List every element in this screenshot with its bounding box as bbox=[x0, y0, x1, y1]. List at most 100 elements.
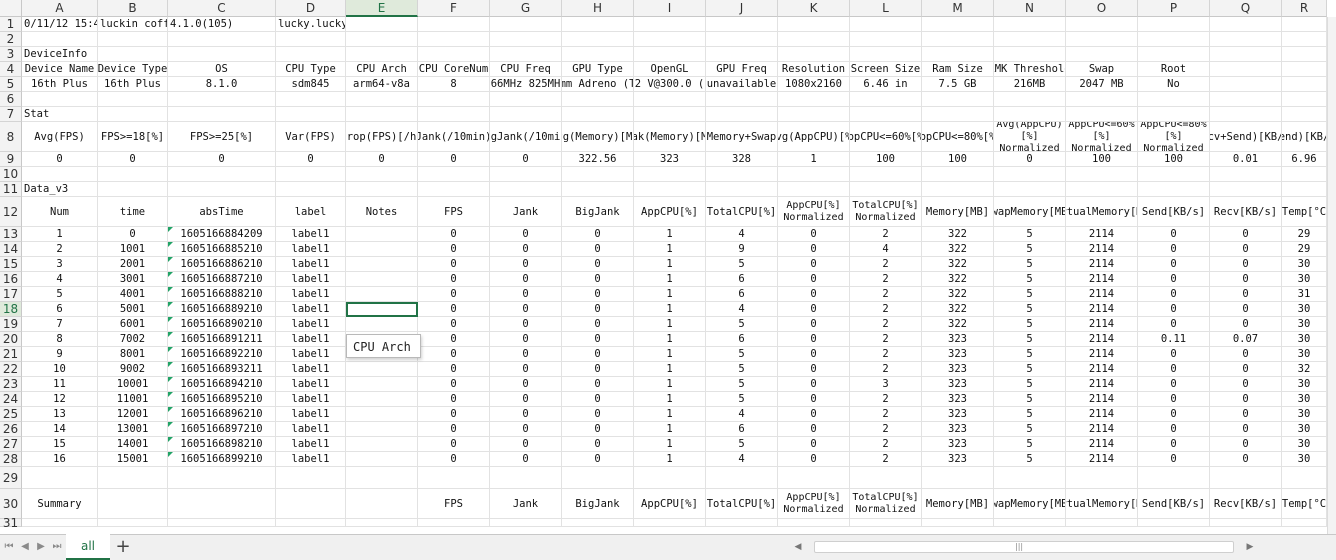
cell-l23[interactable]: 3 bbox=[850, 377, 922, 392]
cell-b13[interactable]: 0 bbox=[98, 227, 168, 242]
cell-l29[interactable] bbox=[850, 467, 922, 489]
cell-e18[interactable] bbox=[346, 302, 418, 317]
cell-p11[interactable] bbox=[1138, 182, 1210, 197]
cell-e1[interactable] bbox=[346, 17, 418, 32]
cell-a17[interactable]: 5 bbox=[22, 287, 98, 302]
cell-j22[interactable]: 5 bbox=[706, 362, 778, 377]
cell-i27[interactable]: 1 bbox=[634, 437, 706, 452]
cell-b11[interactable] bbox=[98, 182, 168, 197]
cell-k11[interactable] bbox=[778, 182, 850, 197]
cell-f29[interactable] bbox=[418, 467, 490, 489]
cell-d22[interactable]: label1 bbox=[276, 362, 346, 377]
cell-k16[interactable]: 0 bbox=[778, 272, 850, 287]
cell-b5[interactable]: 16th Plus bbox=[98, 77, 168, 92]
cell-r16[interactable]: 30 bbox=[1282, 272, 1327, 287]
cell-n15[interactable]: 5 bbox=[994, 257, 1066, 272]
cell-q12[interactable]: Recv[KB/s] bbox=[1210, 197, 1282, 227]
cell-k2[interactable] bbox=[778, 32, 850, 47]
row-header-22[interactable]: 22 bbox=[0, 362, 22, 377]
cell-q24[interactable]: 0 bbox=[1210, 392, 1282, 407]
cell-d3[interactable] bbox=[276, 47, 346, 62]
cell-l24[interactable]: 2 bbox=[850, 392, 922, 407]
cell-l3[interactable] bbox=[850, 47, 922, 62]
column-header-r[interactable]: R bbox=[1282, 0, 1327, 17]
cell-h26[interactable]: 0 bbox=[562, 422, 634, 437]
column-header-j[interactable]: J bbox=[706, 0, 778, 17]
row-header-12[interactable]: 12 bbox=[0, 197, 22, 227]
row-header-10[interactable]: 10 bbox=[0, 167, 22, 182]
cell-k31[interactable] bbox=[778, 519, 850, 527]
cell-q13[interactable]: 0 bbox=[1210, 227, 1282, 242]
cell-i19[interactable]: 1 bbox=[634, 317, 706, 332]
cell-g13[interactable]: 0 bbox=[490, 227, 562, 242]
cell-e15[interactable] bbox=[346, 257, 418, 272]
cell-q20[interactable]: 0.07 bbox=[1210, 332, 1282, 347]
cell-a31[interactable] bbox=[22, 519, 98, 527]
cell-g25[interactable]: 0 bbox=[490, 407, 562, 422]
cell-p25[interactable]: 0 bbox=[1138, 407, 1210, 422]
cell-o25[interactable]: 2114 bbox=[1066, 407, 1138, 422]
cell-e22[interactable] bbox=[346, 362, 418, 377]
cell-o14[interactable]: 2114 bbox=[1066, 242, 1138, 257]
cell-h7[interactable] bbox=[562, 107, 634, 122]
cell-j10[interactable] bbox=[706, 167, 778, 182]
row-header-3[interactable]: 3 bbox=[0, 47, 22, 62]
row-header-14[interactable]: 14 bbox=[0, 242, 22, 257]
cell-a11[interactable]: Data_v3 bbox=[22, 182, 98, 197]
row-header-28[interactable]: 28 bbox=[0, 452, 22, 467]
cell-o19[interactable]: 2114 bbox=[1066, 317, 1138, 332]
cell-f19[interactable]: 0 bbox=[418, 317, 490, 332]
cell-n3[interactable] bbox=[994, 47, 1066, 62]
cell-p19[interactable]: 0 bbox=[1138, 317, 1210, 332]
cell-f13[interactable]: 0 bbox=[418, 227, 490, 242]
cell-i17[interactable]: 1 bbox=[634, 287, 706, 302]
cell-d8[interactable]: Var(FPS) bbox=[276, 122, 346, 152]
cell-l17[interactable]: 2 bbox=[850, 287, 922, 302]
cell-r11[interactable] bbox=[1282, 182, 1327, 197]
cell-g18[interactable]: 0 bbox=[490, 302, 562, 317]
cell-e30[interactable] bbox=[346, 489, 418, 519]
cell-r30[interactable]: CTemp[°C] bbox=[1282, 489, 1327, 519]
cell-e11[interactable] bbox=[346, 182, 418, 197]
cell-p27[interactable]: 0 bbox=[1138, 437, 1210, 452]
cell-b30[interactable] bbox=[98, 489, 168, 519]
cell-j5[interactable]: unavailable bbox=[706, 77, 778, 92]
cell-r8[interactable]: +Send)[KB/s] bbox=[1282, 122, 1327, 152]
cell-c29[interactable] bbox=[168, 467, 276, 489]
cell-a10[interactable] bbox=[22, 167, 98, 182]
cell-g10[interactable] bbox=[490, 167, 562, 182]
cell-i13[interactable]: 1 bbox=[634, 227, 706, 242]
cell-q30[interactable]: Recv[KB/s] bbox=[1210, 489, 1282, 519]
cell-h22[interactable]: 0 bbox=[562, 362, 634, 377]
cell-n6[interactable] bbox=[994, 92, 1066, 107]
cell-f7[interactable] bbox=[418, 107, 490, 122]
cell-e24[interactable] bbox=[346, 392, 418, 407]
cell-a30[interactable]: Summary bbox=[22, 489, 98, 519]
cell-h21[interactable]: 0 bbox=[562, 347, 634, 362]
cell-f25[interactable]: 0 bbox=[418, 407, 490, 422]
cell-d15[interactable]: label1 bbox=[276, 257, 346, 272]
cell-p8[interactable]: AppCPU<=80% [%] Normalized bbox=[1138, 122, 1210, 152]
cell-m3[interactable] bbox=[922, 47, 994, 62]
cell-j25[interactable]: 4 bbox=[706, 407, 778, 422]
cell-q19[interactable]: 0 bbox=[1210, 317, 1282, 332]
cell-h18[interactable]: 0 bbox=[562, 302, 634, 317]
cell-j27[interactable]: 5 bbox=[706, 437, 778, 452]
cell-p13[interactable]: 0 bbox=[1138, 227, 1210, 242]
cell-h3[interactable] bbox=[562, 47, 634, 62]
cell-p4[interactable]: Root bbox=[1138, 62, 1210, 77]
cell-h30[interactable]: BigJank bbox=[562, 489, 634, 519]
cell-k24[interactable]: 0 bbox=[778, 392, 850, 407]
cell-l7[interactable] bbox=[850, 107, 922, 122]
cell-r17[interactable]: 31 bbox=[1282, 287, 1327, 302]
cell-g9[interactable]: 0 bbox=[490, 152, 562, 167]
cell-b7[interactable] bbox=[98, 107, 168, 122]
cell-m27[interactable]: 323 bbox=[922, 437, 994, 452]
cell-n28[interactable]: 5 bbox=[994, 452, 1066, 467]
cell-g22[interactable]: 0 bbox=[490, 362, 562, 377]
cell-e14[interactable] bbox=[346, 242, 418, 257]
row-header-29[interactable]: 29 bbox=[0, 467, 22, 489]
cell-e5[interactable]: arm64-v8a bbox=[346, 77, 418, 92]
cell-o17[interactable]: 2114 bbox=[1066, 287, 1138, 302]
cell-n19[interactable]: 5 bbox=[994, 317, 1066, 332]
